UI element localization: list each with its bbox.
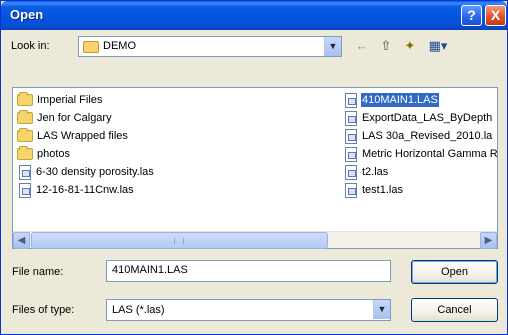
item-label: 12-16-81-11Cnw.las bbox=[36, 184, 134, 196]
file-icon bbox=[345, 128, 357, 144]
file-icon bbox=[19, 182, 31, 198]
folder-item[interactable]: Imperial Files bbox=[17, 92, 103, 108]
item-label: Metric Horizontal Gamma R bbox=[362, 148, 498, 160]
open-button[interactable]: Open bbox=[411, 260, 498, 284]
filetype-label: Files of type: bbox=[12, 304, 75, 316]
folder-icon bbox=[83, 41, 99, 53]
folder-icon bbox=[17, 128, 33, 142]
scroll-right-button[interactable]: ▶ bbox=[480, 232, 497, 249]
filetype-value: LAS (*.las) bbox=[112, 304, 165, 316]
file-item[interactable]: 410MAIN1.LAS bbox=[343, 92, 439, 108]
item-label: photos bbox=[37, 148, 71, 160]
item-label: LAS Wrapped files bbox=[37, 130, 128, 142]
item-label: test1.las bbox=[362, 184, 403, 196]
item-label: LAS 30a_Revised_2010.la bbox=[362, 130, 493, 142]
horizontal-scrollbar[interactable]: ◀ ▶ bbox=[13, 231, 497, 249]
title-bar[interactable]: Open ? X bbox=[1, 1, 507, 30]
file-item[interactable]: t2.las bbox=[343, 164, 389, 180]
dialog-title: Open bbox=[10, 7, 44, 22]
file-item[interactable]: LAS 30a_Revised_2010.la bbox=[343, 128, 493, 144]
scroll-left-button[interactable]: ◀ bbox=[13, 232, 30, 249]
item-label: Jen for Calgary bbox=[37, 112, 112, 124]
folder-item[interactable]: photos bbox=[17, 146, 71, 162]
chevron-down-icon[interactable]: ▼ bbox=[373, 300, 390, 319]
item-label: t2.las bbox=[362, 166, 389, 178]
folder-icon bbox=[17, 92, 33, 106]
lookin-label: Look in: bbox=[11, 40, 50, 52]
lookin-value: DEMO bbox=[103, 40, 136, 52]
filetype-dropdown[interactable]: LAS (*.las) ▼ bbox=[106, 299, 391, 321]
file-icon bbox=[345, 146, 357, 162]
views-menu-icon[interactable]: ▦▾ bbox=[423, 35, 453, 57]
file-icon bbox=[345, 92, 357, 108]
thumb-grip-icon bbox=[174, 238, 184, 244]
file-icon bbox=[19, 164, 31, 180]
scrollbar-thumb[interactable] bbox=[31, 232, 328, 249]
item-label: 410MAIN1.LAS bbox=[361, 93, 439, 107]
file-item[interactable]: ExportData_LAS_ByDepth bbox=[343, 110, 493, 126]
file-icon bbox=[345, 182, 357, 198]
new-folder-icon[interactable]: ✦ bbox=[399, 35, 421, 57]
filename-label: File name: bbox=[12, 266, 64, 278]
file-item[interactable]: Metric Horizontal Gamma R bbox=[343, 146, 499, 162]
file-icon bbox=[345, 164, 357, 180]
help-button[interactable]: ? bbox=[461, 5, 482, 26]
folder-icon bbox=[17, 146, 33, 160]
folder-item[interactable]: LAS Wrapped files bbox=[17, 128, 129, 144]
open-dialog: Open ? X Look in: DEMO ▼ ← ⇧ ✦ ▦▾ Imperi… bbox=[0, 0, 508, 335]
file-item[interactable]: 12-16-81-11Cnw.las bbox=[17, 182, 135, 198]
item-label: 6-30 density porosity.las bbox=[36, 166, 154, 178]
lookin-dropdown[interactable]: DEMO ▼ bbox=[78, 36, 342, 57]
folder-item[interactable]: Jen for Calgary bbox=[17, 110, 113, 126]
folder-icon bbox=[17, 110, 33, 124]
up-folder-icon[interactable]: ⇧ bbox=[375, 35, 397, 57]
file-item[interactable]: test1.las bbox=[343, 182, 404, 198]
file-list[interactable]: Imperial Files Jen for Calgary LAS Wrapped… bbox=[12, 87, 498, 249]
file-item[interactable]: 6-30 density porosity.las bbox=[17, 164, 155, 180]
back-arrow-icon[interactable]: ← bbox=[351, 35, 373, 57]
close-button[interactable]: X bbox=[485, 5, 506, 26]
filename-input[interactable]: 410MAIN1.LAS bbox=[106, 260, 391, 282]
chevron-down-icon[interactable]: ▼ bbox=[324, 37, 341, 56]
item-label: Imperial Files bbox=[37, 94, 103, 106]
item-label: ExportData_LAS_ByDepth bbox=[362, 112, 493, 124]
cancel-button[interactable]: Cancel bbox=[411, 298, 498, 322]
file-icon bbox=[345, 110, 357, 126]
